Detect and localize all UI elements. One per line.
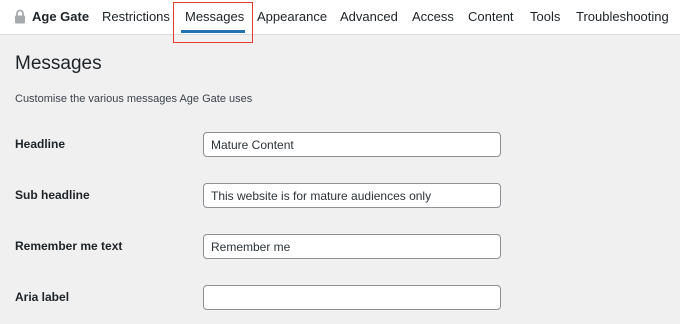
tab-access[interactable]: Access: [412, 0, 454, 32]
tab-troubleshooting[interactable]: Troubleshooting: [576, 0, 669, 32]
tab-messages[interactable]: Messages: [185, 0, 244, 32]
headline-input[interactable]: [203, 132, 501, 157]
headline-label: Headline: [15, 137, 66, 151]
top-navigation-bar: Age Gate Restrictions Messages Appearanc…: [0, 0, 680, 35]
page-description: Customise the various messages Age Gate …: [15, 93, 253, 105]
aria-label-label: Aria label: [15, 290, 70, 304]
brand: Age Gate: [14, 0, 89, 32]
tab-appearance[interactable]: Appearance: [257, 0, 327, 32]
remember-me-text-input[interactable]: [203, 234, 501, 259]
active-tab-indicator: [181, 30, 245, 33]
remember-me-text-label: Remember me text: [15, 239, 123, 253]
page-title: Messages: [15, 53, 102, 74]
tab-content[interactable]: Content: [468, 0, 514, 32]
tab-advanced[interactable]: Advanced: [340, 0, 398, 32]
tab-restrictions[interactable]: Restrictions: [102, 0, 170, 32]
sub-headline-label: Sub headline: [15, 188, 90, 202]
tab-tools[interactable]: Tools: [530, 0, 560, 32]
lock-icon: [14, 9, 26, 24]
sub-headline-input[interactable]: [203, 183, 501, 208]
brand-label: Age Gate: [32, 8, 90, 24]
aria-label-input[interactable]: [203, 285, 501, 310]
